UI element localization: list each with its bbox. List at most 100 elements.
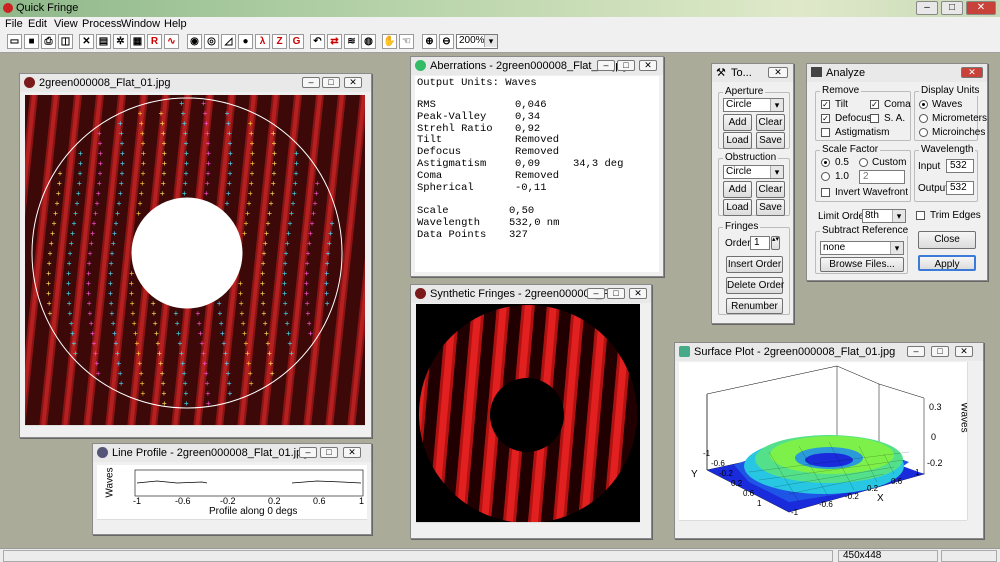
scale-10-radio[interactable] (821, 172, 830, 181)
renumber-button[interactable]: Renumber (726, 298, 783, 314)
micrometers-radio[interactable] (919, 114, 928, 123)
tilt-checkbox[interactable]: ✓ (821, 100, 830, 109)
g-icon[interactable]: G (289, 34, 304, 49)
menu-window[interactable]: Window (121, 18, 160, 30)
undo-icon[interactable]: ↶ (310, 34, 325, 49)
red-r-icon[interactable]: R (147, 34, 162, 49)
lambda-icon[interactable]: λ (255, 34, 270, 49)
print-preview-icon[interactable]: ◫ (58, 34, 73, 49)
menu-process[interactable]: Process (82, 18, 122, 30)
minimize-button[interactable]: – (299, 447, 317, 458)
interferogram-hscroll[interactable] (25, 425, 365, 437)
aperture-shape-select[interactable]: Circle (723, 98, 784, 112)
close-button[interactable]: ✕ (629, 288, 647, 299)
menu-edit[interactable]: Edit (28, 18, 47, 30)
obstruction-load-button[interactable]: Load (723, 199, 752, 216)
insert-order-button[interactable]: Insert Order (726, 256, 783, 273)
hand-icon[interactable]: ✋ (382, 34, 397, 49)
minimize-button[interactable]: – (587, 288, 605, 299)
globe-icon[interactable]: ◉ (187, 34, 202, 49)
trim-edges-checkbox[interactable] (916, 211, 925, 220)
chart-icon[interactable]: ◿ (221, 34, 236, 49)
defocus-checkbox[interactable]: ✓ (821, 114, 830, 123)
invert-wavefront-checkbox[interactable] (821, 188, 830, 197)
maximize-button[interactable]: □ (607, 288, 625, 299)
obstruction-save-button[interactable]: Save (756, 199, 785, 216)
minimize-app-button[interactable]: – (916, 1, 938, 15)
scan-icon[interactable]: ◎ (204, 34, 219, 49)
mirror-icon[interactable]: ⇄ (327, 34, 342, 49)
aperture-load-button[interactable]: Load (723, 132, 752, 149)
close-button[interactable]: ✕ (343, 447, 361, 458)
fringe-point-marker: + (73, 349, 78, 358)
print-icon[interactable]: ⎙ (41, 34, 56, 49)
aperture-save-button[interactable]: Save (756, 132, 785, 149)
zernike-icon[interactable]: Z (272, 34, 287, 49)
fringe-point-marker: + (238, 279, 243, 288)
tools-icon[interactable]: ✕ (79, 34, 94, 49)
scale-05-radio[interactable] (821, 158, 830, 167)
close-button[interactable]: ✕ (955, 346, 973, 357)
ruler-icon[interactable]: ∿ (164, 34, 179, 49)
sa-checkbox[interactable] (870, 114, 879, 123)
microinches-radio[interactable] (919, 128, 928, 137)
apply-button[interactable]: Apply (918, 255, 976, 271)
sphere-icon[interactable]: ● (238, 34, 253, 49)
reference-select[interactable]: none (820, 241, 904, 255)
film-icon[interactable]: ▤ (96, 34, 111, 49)
maximize-button[interactable]: □ (931, 346, 949, 357)
profile-hscroll[interactable] (97, 519, 367, 531)
surface-vscroll[interactable] (967, 362, 979, 520)
menu-help[interactable]: Help (164, 18, 187, 30)
menu-view[interactable]: View (54, 18, 78, 30)
aperture-clear-button[interactable]: Clear (756, 114, 785, 131)
options-icon[interactable]: ✲ (113, 34, 128, 49)
minimize-button[interactable]: – (302, 77, 320, 88)
hand2-icon[interactable]: ☜ (399, 34, 414, 49)
new-icon[interactable]: ▭ (7, 34, 22, 49)
grid-icon[interactable]: ▦ (130, 34, 145, 49)
fringe-point-marker: + (286, 229, 291, 238)
minimize-button[interactable]: – (907, 346, 925, 357)
order-spinner[interactable]: ▴▾ (771, 236, 780, 250)
close-button[interactable]: ✕ (639, 60, 657, 71)
fringe-point-marker: + (162, 149, 167, 158)
obstruction-clear-button[interactable]: Clear (756, 181, 785, 198)
obstruction-add-button[interactable]: Add (723, 181, 752, 198)
zoom-in-icon[interactable]: ⊕ (422, 34, 437, 49)
synthetic-hscroll[interactable] (416, 522, 640, 534)
close-button[interactable]: ✕ (768, 67, 788, 78)
limit-order-select[interactable]: 8th (862, 209, 906, 223)
browse-files-button[interactable]: Browse Files... (820, 257, 904, 272)
wavelength-input[interactable]: 532 (946, 159, 974, 173)
minimize-button[interactable]: – (597, 60, 615, 71)
save-icon[interactable]: ■ (24, 34, 39, 49)
close-button[interactable]: ✕ (961, 67, 983, 78)
scale-custom-radio[interactable] (859, 158, 868, 167)
coma-checkbox[interactable]: ✓ (870, 100, 879, 109)
astigmatism-checkbox[interactable] (821, 128, 830, 137)
fringe-point-marker: + (88, 249, 93, 258)
zoom-select[interactable]: 200% (456, 34, 498, 49)
maximize-button[interactable]: □ (320, 447, 338, 458)
zoom-out-icon[interactable]: ⊖ (439, 34, 454, 49)
delete-order-button[interactable]: Delete Order (726, 277, 784, 294)
obstruction-shape-select[interactable]: Circle (723, 165, 784, 179)
menu-file[interactable]: File (5, 18, 23, 30)
wavelength-output[interactable]: 532 (946, 181, 974, 195)
maximize-button[interactable]: □ (617, 60, 635, 71)
aperture-add-button[interactable]: Add (723, 114, 752, 131)
maximize-button[interactable]: □ (322, 77, 340, 88)
custom-scale-input[interactable]: 2 (859, 170, 905, 184)
fringe-point-marker: + (206, 139, 211, 148)
waves-radio[interactable] (919, 100, 928, 109)
surface-hscroll[interactable] (679, 520, 967, 532)
order-input[interactable]: 1 (750, 236, 770, 250)
close-dialog-button[interactable]: Close (918, 231, 976, 249)
fringes-icon[interactable]: ≋ (344, 34, 359, 49)
maximize-app-button[interactable]: □ (941, 1, 963, 15)
close-button[interactable]: ✕ (344, 77, 362, 88)
interferogram-image[interactable]: + + + + + + + + + + + + + + + + + + + + + + + + + + + + + + + + + + + + + + + +… (25, 95, 365, 425)
close-app-button[interactable]: ✕ (966, 1, 996, 15)
stripes-icon[interactable]: ◍ (361, 34, 376, 49)
